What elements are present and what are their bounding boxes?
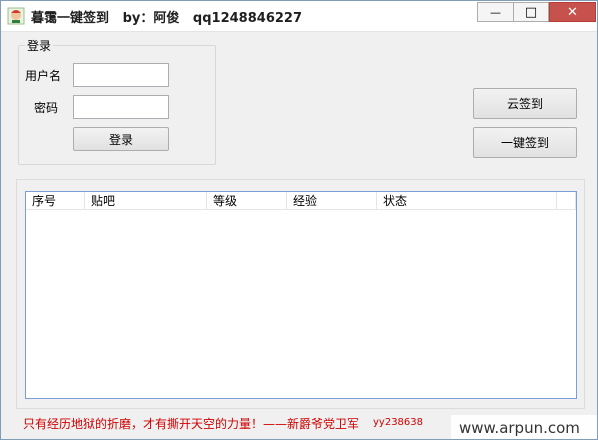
close-button[interactable]: ✕ xyxy=(549,2,596,22)
column-header-status[interactable]: 状态 xyxy=(377,192,557,210)
footer-slogan: 只有经历地狱的折磨，才有撕开天空的力量！——新爵爷党卫军 xyxy=(23,417,360,431)
window-title: 暮霭一键签到 by：阿俊 qq1248846227 xyxy=(31,11,303,26)
app-window: 暮霭一键签到 by：阿俊 qq1248846227 — □ ✕ 登录 用户名 密… xyxy=(0,0,598,440)
username-field[interactable] xyxy=(73,63,169,87)
one-click-checkin-button[interactable]: 一键签到 xyxy=(473,127,577,158)
footer-code: yy238638 xyxy=(373,417,424,428)
close-icon: ✕ xyxy=(567,4,578,20)
maximize-icon: □ xyxy=(524,4,538,20)
password-field[interactable] xyxy=(73,95,169,119)
column-header-level[interactable]: 等级 xyxy=(207,192,287,210)
maximize-button[interactable]: □ xyxy=(513,2,549,22)
tieba-list[interactable]: 序号 贴吧 等级 经验 状态 xyxy=(25,191,577,399)
password-label: 密码 xyxy=(34,101,59,115)
cloud-checkin-button[interactable]: 云签到 xyxy=(473,88,577,119)
column-header-index[interactable]: 序号 xyxy=(26,192,85,210)
minimize-button[interactable]: — xyxy=(477,2,513,22)
minimize-icon: — xyxy=(490,5,501,19)
title-bar: 暮霭一键签到 by：阿俊 qq1248846227 — □ ✕ xyxy=(1,1,597,32)
column-header-tieba[interactable]: 贴吧 xyxy=(85,192,207,210)
username-label: 用户名 xyxy=(25,69,62,83)
list-header: 序号 贴吧 等级 经验 状态 xyxy=(26,192,576,210)
column-header-experience[interactable]: 经验 xyxy=(287,192,377,210)
site-watermark: www.arpun.com xyxy=(451,415,597,439)
column-header-filler xyxy=(557,192,576,210)
login-group-title: 登录 xyxy=(25,37,54,54)
app-avatar-icon xyxy=(7,7,25,25)
login-button[interactable]: 登录 xyxy=(73,127,169,151)
